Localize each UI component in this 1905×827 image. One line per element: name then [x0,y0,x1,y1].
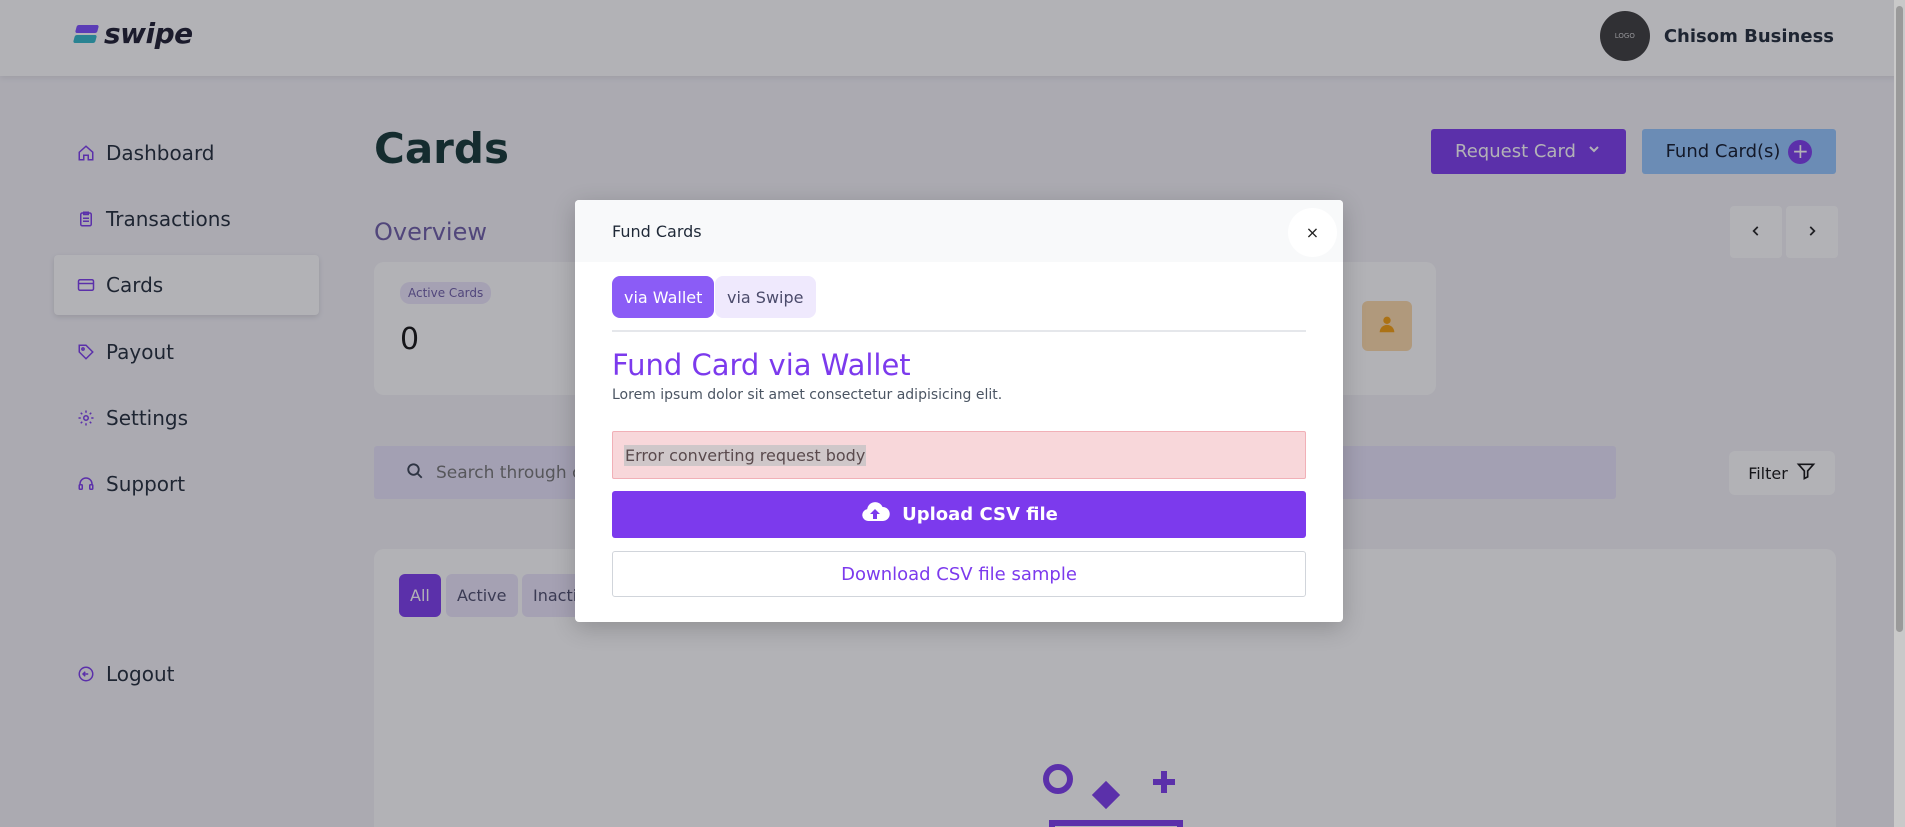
close-icon: × [1305,223,1320,242]
modal-title: Fund Cards [612,222,702,241]
scrollbar-thumb[interactable] [1896,6,1903,632]
fund-heading: Fund Card via Wallet [612,348,911,382]
error-message: Error converting request body [624,444,867,466]
tabs-divider [612,330,1306,332]
tab-via-wallet[interactable]: via Wallet [612,276,715,318]
close-button[interactable]: × [1288,208,1337,257]
fund-cards-modal: Fund Cards × via Wallet via Swipe Fund C… [575,200,1343,622]
download-csv-label: Download CSV file sample [841,563,1077,585]
download-csv-sample-button[interactable]: Download CSV file sample [612,551,1306,597]
cloud-upload-icon [860,501,890,528]
upload-csv-button[interactable]: Upload CSV file [612,491,1306,538]
fund-subtitle: Lorem ipsum dolor sit amet consectetur a… [612,387,1003,403]
modal-header: Fund Cards × [575,200,1343,262]
tab-via-swipe[interactable]: via Swipe [715,276,816,318]
error-alert: Error converting request body [612,431,1306,479]
upload-csv-label: Upload CSV file [902,504,1058,525]
